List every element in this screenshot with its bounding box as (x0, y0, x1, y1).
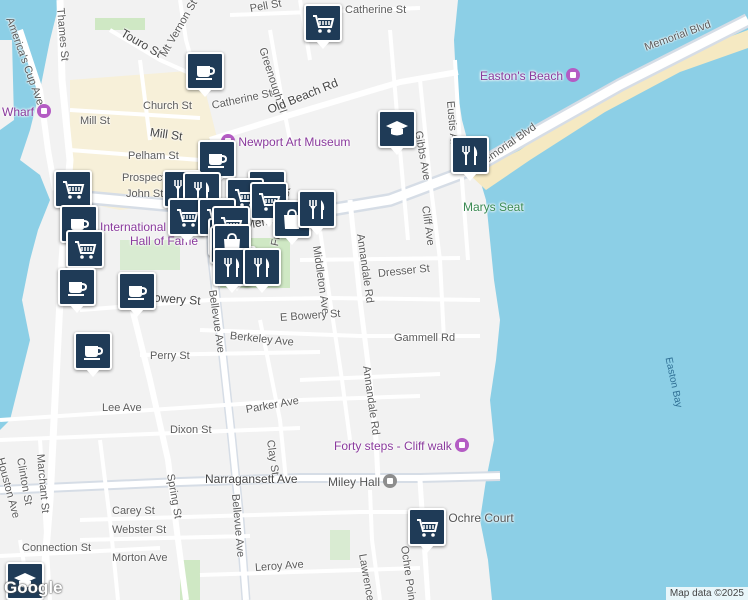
street-label-prospect-hill: Prospect (122, 172, 166, 184)
poi-label: Miley Hall (328, 475, 381, 489)
street-label-lee-ave: Lee Ave (102, 402, 142, 414)
marker-grocery-icon[interactable] (66, 230, 104, 275)
marker-school-icon[interactable] (378, 110, 416, 155)
marker-grocery-icon[interactable] (304, 4, 342, 49)
street-label-perry-st: Perry St (150, 350, 190, 362)
poi-wharf[interactable]: Wharf (2, 104, 52, 119)
street-label-narragansett-ave: Narragansett Ave (205, 472, 298, 486)
map-attribution[interactable]: Map data ©2025 (665, 587, 748, 600)
street-label-mill-st-west: Mill St (80, 115, 110, 127)
marker-coffee-icon[interactable] (58, 268, 96, 313)
museum-pin-icon (566, 68, 581, 82)
poi-forty-steps[interactable]: Forty steps - Cliff walk (334, 438, 469, 453)
poi-miley-hall[interactable]: Miley Hall (328, 474, 398, 489)
street-label-john-st: John St (126, 188, 164, 200)
poi-marys-seat[interactable]: Marys Seat (463, 200, 524, 214)
poi-label: Wharf (2, 105, 35, 119)
street-label-morton-ave: Morton Ave (112, 552, 168, 564)
museum-pin-icon (37, 104, 52, 118)
street-label-catherine-st-top: Catherine St (345, 4, 407, 16)
museum-pin-icon (454, 438, 469, 452)
poi-newport-art-museum[interactable]: Newport Art Museum (218, 134, 350, 149)
marker-coffee-icon[interactable] (118, 272, 156, 317)
poi-label: Easton's Beach (480, 69, 564, 83)
poi-eastons-beach[interactable]: Easton's Beach (480, 68, 581, 83)
street-label-dixon-st: Dixon St (170, 424, 212, 436)
map-canvas[interactable]: Thames St America's Cup Ave Touro St Mt … (0, 0, 748, 600)
marker-coffee-icon[interactable] (186, 52, 224, 97)
street-label-church-st: Church St (143, 100, 192, 112)
poi-label: Marys Seat (463, 200, 524, 214)
street-label-pelham-st: Pelham St (128, 150, 179, 162)
marker-grocery-icon[interactable] (54, 170, 92, 215)
street-label-connection-st: Connection St (22, 542, 92, 554)
marker-coffee-icon[interactable] (74, 332, 112, 377)
poi-label: Newport Art Museum (238, 135, 351, 149)
marker-restaurant-icon[interactable] (298, 190, 336, 235)
marker-grocery-icon[interactable] (408, 508, 446, 553)
poi-label: Ochre Court (448, 511, 514, 525)
street-label-webster-st: Webster St (112, 524, 167, 536)
google-logo: Google (4, 578, 63, 597)
marker-restaurant-icon[interactable] (243, 248, 281, 293)
school-pin-icon (383, 474, 398, 488)
street-label-carey-st: Carey St (112, 505, 155, 517)
street-label-gammell-rd: Gammell Rd (394, 332, 456, 344)
marker-restaurant-icon[interactable] (451, 136, 489, 181)
poi-label: Forty steps - Cliff walk (334, 439, 452, 453)
